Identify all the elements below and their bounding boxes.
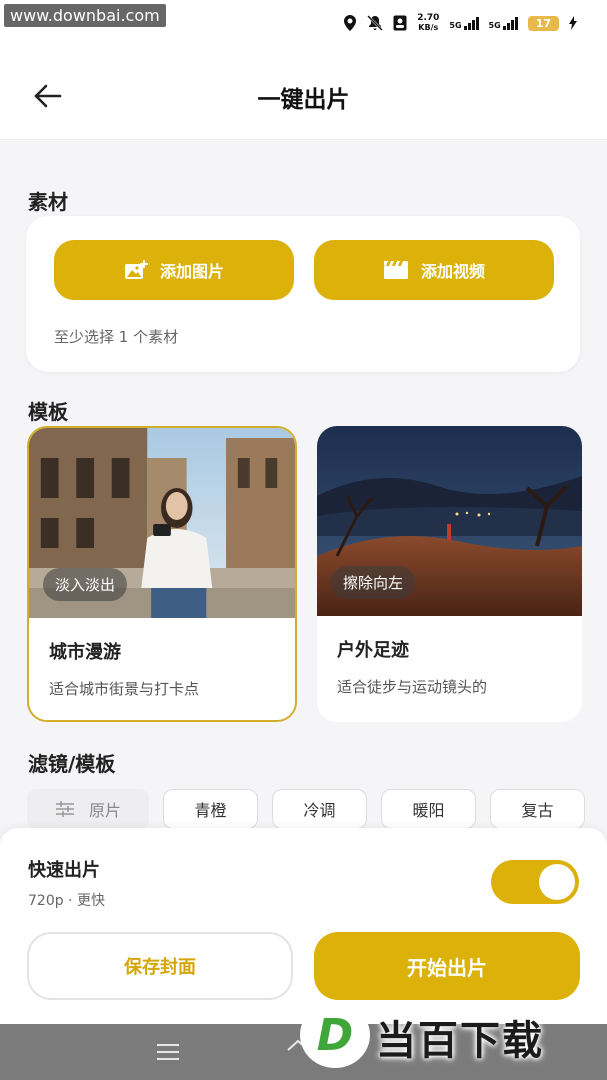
signal-bars-icon (463, 16, 479, 30)
speed-value: 2.70 (417, 13, 440, 23)
battery-level: 17 (527, 15, 559, 31)
brand-letter: D (316, 1009, 354, 1061)
filter-label: 青橙 (194, 801, 227, 820)
status-icons: 2.70 KB/s 5G 5G 17 (343, 14, 577, 32)
bottom-panel: 快速出片 720p · 更快 保存封面 开始出片 (0, 828, 607, 1024)
filter-label: 原片 (88, 801, 121, 820)
add-image-label: 添加图片 (159, 262, 224, 281)
signal-1: 5G (449, 16, 479, 30)
template-name: 城市漫游 (49, 642, 121, 663)
start-output-button[interactable]: 开始出片 (314, 932, 580, 1000)
charging-icon (569, 16, 577, 30)
transition-tag: 淡入淡出 (43, 568, 128, 601)
network-type-1: 5G (449, 21, 462, 30)
network-speed: 2.70 KB/s (417, 13, 440, 33)
template-card-city[interactable]: 淡入淡出 城市漫游 适合城市街景与打卡点 (27, 426, 297, 722)
add-video-button[interactable]: 添加视频 (314, 240, 554, 300)
filter-label: 复古 (521, 801, 554, 820)
bell-off-icon (367, 15, 384, 31)
save-cover-button[interactable]: 保存封面 (27, 932, 293, 1000)
filter-chip-cool[interactable]: 冷调 (272, 789, 367, 829)
filter-label: 暖阳 (412, 801, 445, 820)
app-header: 一键出片 (0, 50, 607, 140)
sliders-icon (55, 801, 74, 817)
filter-chip-vintage[interactable]: 复古 (490, 789, 585, 829)
template-name: 户外足迹 (337, 640, 409, 661)
clapperboard-icon (383, 261, 408, 279)
transition-tag: 擦除向左 (331, 566, 416, 599)
signal-2: 5G (489, 16, 518, 30)
quick-output-title: 快速出片 (28, 860, 100, 881)
filter-chip-original[interactable]: 原片 (27, 789, 149, 829)
brand-logo-icon: D (300, 1002, 370, 1068)
filter-chip-teal-orange[interactable]: 青橙 (163, 789, 258, 829)
speed-unit: KB/s (418, 23, 439, 32)
site-watermark: www.downbai.com (4, 4, 166, 27)
material-section-label: 素材 (28, 190, 68, 214)
contact-card-icon (393, 15, 407, 31)
filter-chip-warm[interactable]: 暖阳 (381, 789, 476, 829)
template-desc: 适合城市街景与打卡点 (49, 680, 200, 698)
network-type-2: 5G (488, 21, 501, 30)
filter-label: 冷调 (303, 801, 336, 820)
menu-icon[interactable] (156, 1042, 180, 1062)
toggle-knob (539, 864, 575, 900)
material-card: 添加图片 添加视频 至少选择 1 个素材 (26, 216, 580, 372)
brand-text: 当百下载 (376, 1018, 544, 1064)
signal-bars-icon (502, 16, 518, 30)
quick-output-subtitle: 720p · 更快 (28, 893, 105, 909)
add-video-label: 添加视频 (420, 262, 485, 281)
template-section-label: 模板 (28, 400, 68, 424)
brand-watermark: D 当百下载 (300, 1000, 600, 1070)
material-hint: 至少选择 1 个素材 (54, 328, 179, 346)
add-image-button[interactable]: 添加图片 (54, 240, 294, 300)
quick-output-toggle[interactable] (491, 860, 579, 904)
status-bar: www.downbai.com 2.70 KB/s 5G 5G 17 (0, 0, 607, 50)
filter-section-label: 滤镜/模板 (28, 752, 116, 776)
add-image-icon (124, 260, 148, 279)
template-desc: 适合徒步与运动镜头的 (337, 678, 488, 696)
template-card-outdoor[interactable]: 擦除向左 户外足迹 适合徒步与运动镜头的 (317, 426, 582, 722)
page-title: 一键出片 (257, 87, 350, 113)
location-icon (344, 15, 357, 31)
